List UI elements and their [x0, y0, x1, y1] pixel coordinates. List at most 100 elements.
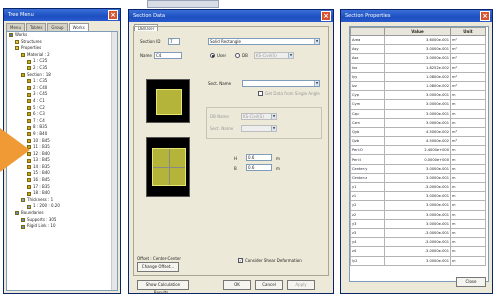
db-select[interactable]: KS-Civil(S) ▼	[254, 52, 294, 59]
cell-name: y2	[350, 200, 385, 211]
tree-item[interactable]: 1 : C35	[7, 78, 117, 85]
tab-menu[interactable]: Menu	[6, 23, 25, 31]
b-field[interactable]: 0.6	[246, 164, 272, 171]
cell-name: Ixx	[350, 62, 385, 73]
mat-icon	[27, 59, 31, 64]
radio-user[interactable]	[210, 53, 215, 58]
tree-item[interactable]: 16 : B45	[7, 177, 117, 184]
cell-unit: m	[450, 154, 486, 165]
name-field[interactable]: C4	[154, 52, 182, 59]
cell-name: z2	[350, 209, 385, 220]
section-properties-window: Section Properties × Value Unit Area 3.60…	[340, 9, 493, 294]
tree-item[interactable]: Material : 2	[7, 52, 117, 59]
cell-value: 3.0000e-001	[384, 90, 451, 101]
db-name-select[interactable]: KS-Civil(S) ▼	[241, 113, 277, 120]
change-offset-button[interactable]: Change Offset...	[137, 262, 179, 272]
close-icon[interactable]: ×	[480, 11, 490, 21]
cell-name: Izz	[350, 80, 385, 92]
ok-button[interactable]: OK	[223, 280, 251, 290]
tree-item[interactable]: Works	[7, 32, 117, 39]
table-row: Izz 1.0800e-002 m⁴	[350, 80, 486, 92]
h-field[interactable]: 0.6	[246, 154, 272, 161]
radio-db[interactable]	[235, 53, 240, 58]
section-data-dialog: Section Data × DB/User Section ID 7 Soli…	[128, 9, 334, 294]
tab-tables[interactable]: Tables	[25, 23, 47, 31]
tree-item[interactable]: 1 : 200 : 0.20	[7, 203, 117, 210]
cell-name: Czp	[350, 108, 385, 119]
sect-name-select[interactable]: ▼	[242, 80, 320, 87]
section-properties-title: Section Properties	[345, 13, 391, 19]
tree-item[interactable]: 1 : C25	[7, 58, 117, 65]
tree-item[interactable]: 18 : B40	[7, 190, 117, 197]
cancel-button[interactable]: Cancel	[255, 280, 283, 290]
tree-item-label: Structures	[21, 38, 42, 44]
close-icon[interactable]: ×	[108, 10, 118, 20]
tree-item[interactable]: 17 : B35	[7, 184, 117, 191]
h-unit: m	[276, 156, 280, 161]
table-row: Center:y 3.0000e-001 m	[350, 163, 486, 174]
db-name-value: KS-Civil(S)	[243, 114, 264, 119]
tree-menu-titlebar[interactable]: Tree Menu ×	[4, 9, 120, 21]
tree-scrollbar[interactable]	[111, 32, 117, 290]
radio-user-label: User	[217, 53, 227, 58]
table-row: y3 3.0000e-001 m	[350, 218, 486, 229]
cell-value: 3.0000e-001	[384, 117, 451, 128]
section-id-label: Section ID	[140, 39, 161, 44]
apply-button[interactable]: Apply	[287, 280, 315, 290]
section-data-titlebar[interactable]: Section Data ×	[129, 10, 333, 22]
tree-item[interactable]: Section : 18	[7, 72, 117, 79]
tree-item[interactable]: 2 : C40	[7, 85, 117, 92]
table-row: z1 3.0000e-001 m	[350, 191, 486, 202]
sec-icon	[27, 178, 31, 183]
tree-item[interactable]: 2 : C35	[7, 65, 117, 72]
sec-icon	[27, 105, 31, 110]
col-header-unit: Unit	[450, 27, 486, 36]
tree-item[interactable]: Supports : 305	[7, 217, 117, 224]
sec-icon	[27, 184, 31, 189]
cell-name: Center:y	[350, 163, 385, 174]
chevron-down-icon: ▼	[288, 53, 293, 58]
table-row: Asz 3.0000e-001 m²	[350, 53, 486, 64]
offset-label: Offset : Center-Center	[137, 256, 182, 261]
cell-unit: m	[450, 227, 486, 239]
cell-value: 0.0000e+000	[384, 154, 451, 165]
tree-item-label: 16 : B45	[33, 177, 50, 183]
cell-unit: m	[450, 145, 486, 156]
close-icon[interactable]: ×	[321, 11, 331, 21]
tree-item-label: 1 : C25	[33, 58, 48, 64]
table-row: Czm 3.0000e-001 m	[350, 117, 486, 128]
section-properties-titlebar[interactable]: Section Properties ×	[341, 10, 492, 22]
table-header-row: Value Unit	[350, 27, 486, 36]
tab-works[interactable]: Works	[68, 23, 89, 31]
cell-unit: m⁴	[450, 71, 486, 82]
close-button[interactable]: Close	[456, 277, 486, 287]
show-calculation-button[interactable]: Show Calculation Results...	[137, 280, 189, 293]
tree-item[interactable]: Boundaries	[7, 210, 117, 217]
tree-item[interactable]: 7 : C4	[7, 118, 117, 125]
tree-item-label: 11 : B35	[33, 144, 50, 150]
sect-name2-select[interactable]: ▼	[241, 125, 277, 132]
tree-item[interactable]: Rigid Link : 10	[7, 223, 117, 230]
tree-item-label: 7 : C4	[33, 117, 45, 123]
tree-item[interactable]: 5 : C2	[7, 105, 117, 112]
tree-item[interactable]: Properties	[7, 45, 117, 52]
tree-item-label: Works	[15, 32, 28, 37]
col-header-value: Value	[384, 27, 451, 36]
tab-group[interactable]: Group	[47, 23, 68, 31]
cell-value: 1.0800e-002	[384, 80, 451, 92]
tree-item[interactable]: 3 : C45	[7, 91, 117, 98]
consider-shear-checkbox[interactable]: ✓	[238, 258, 243, 263]
shape-select[interactable]: Solid Rectangle ▼	[208, 38, 320, 45]
get-data-checkbox[interactable]	[258, 91, 263, 96]
tree-item[interactable]: 4 : C1	[7, 98, 117, 105]
table-row: Center:z 3.0000e-001 m	[350, 172, 486, 184]
tree-item[interactable]: 6 : C3	[7, 111, 117, 118]
section-id-field[interactable]: 7	[168, 38, 180, 45]
chevron-down-icon: ▼	[314, 39, 319, 44]
cell-value: -3.0000e-001	[384, 227, 451, 239]
thk-icon	[27, 204, 31, 209]
tree-item[interactable]: Structures	[7, 39, 117, 46]
h-label: H	[234, 156, 238, 161]
tree-item[interactable]: Thickness : 1	[7, 197, 117, 204]
cell-name: Peri:O	[350, 145, 385, 156]
